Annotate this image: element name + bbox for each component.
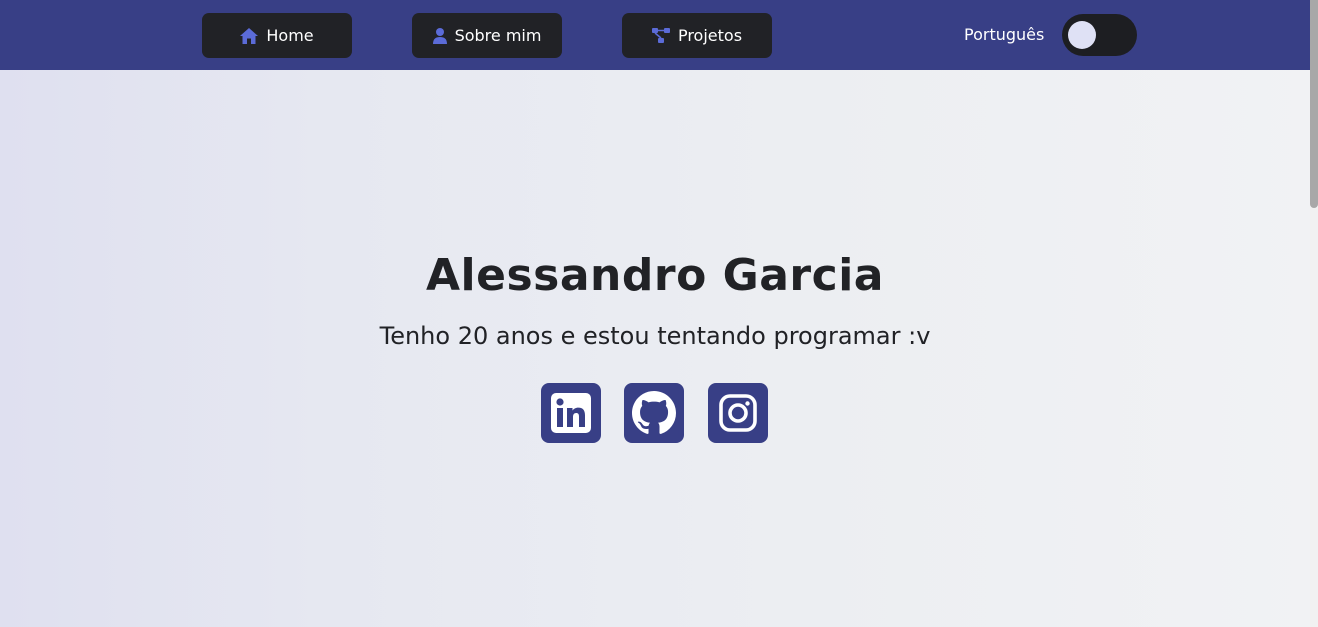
instagram-link[interactable] [708,383,768,443]
sitemap-icon [651,27,670,43]
scrollbar[interactable] [1310,0,1318,627]
language-label: Português [964,25,1045,44]
github-link[interactable] [624,383,684,443]
linkedin-icon [551,393,591,433]
projects-button[interactable]: Projetos [622,13,772,58]
navbar: Home Sobre mim Projetos Português [0,0,1310,70]
toggle-knob [1068,21,1096,49]
projects-label: Projetos [677,26,743,45]
user-icon [432,27,447,44]
hero-tagline: Tenho 20 anos e estou tentando programar… [379,322,931,350]
github-icon [632,391,676,434]
about-button[interactable]: Sobre mim [412,13,562,58]
hero-name: Alessandro Garcia [426,250,884,301]
language-toggle[interactable] [1062,14,1137,56]
scrollbar-thumb[interactable] [1310,0,1318,208]
instagram-icon [719,394,757,432]
home-icon [240,27,259,44]
linkedin-link[interactable] [541,383,601,443]
home-button[interactable]: Home [202,13,352,58]
home-label: Home [266,26,314,45]
about-label: Sobre mim [454,26,542,45]
